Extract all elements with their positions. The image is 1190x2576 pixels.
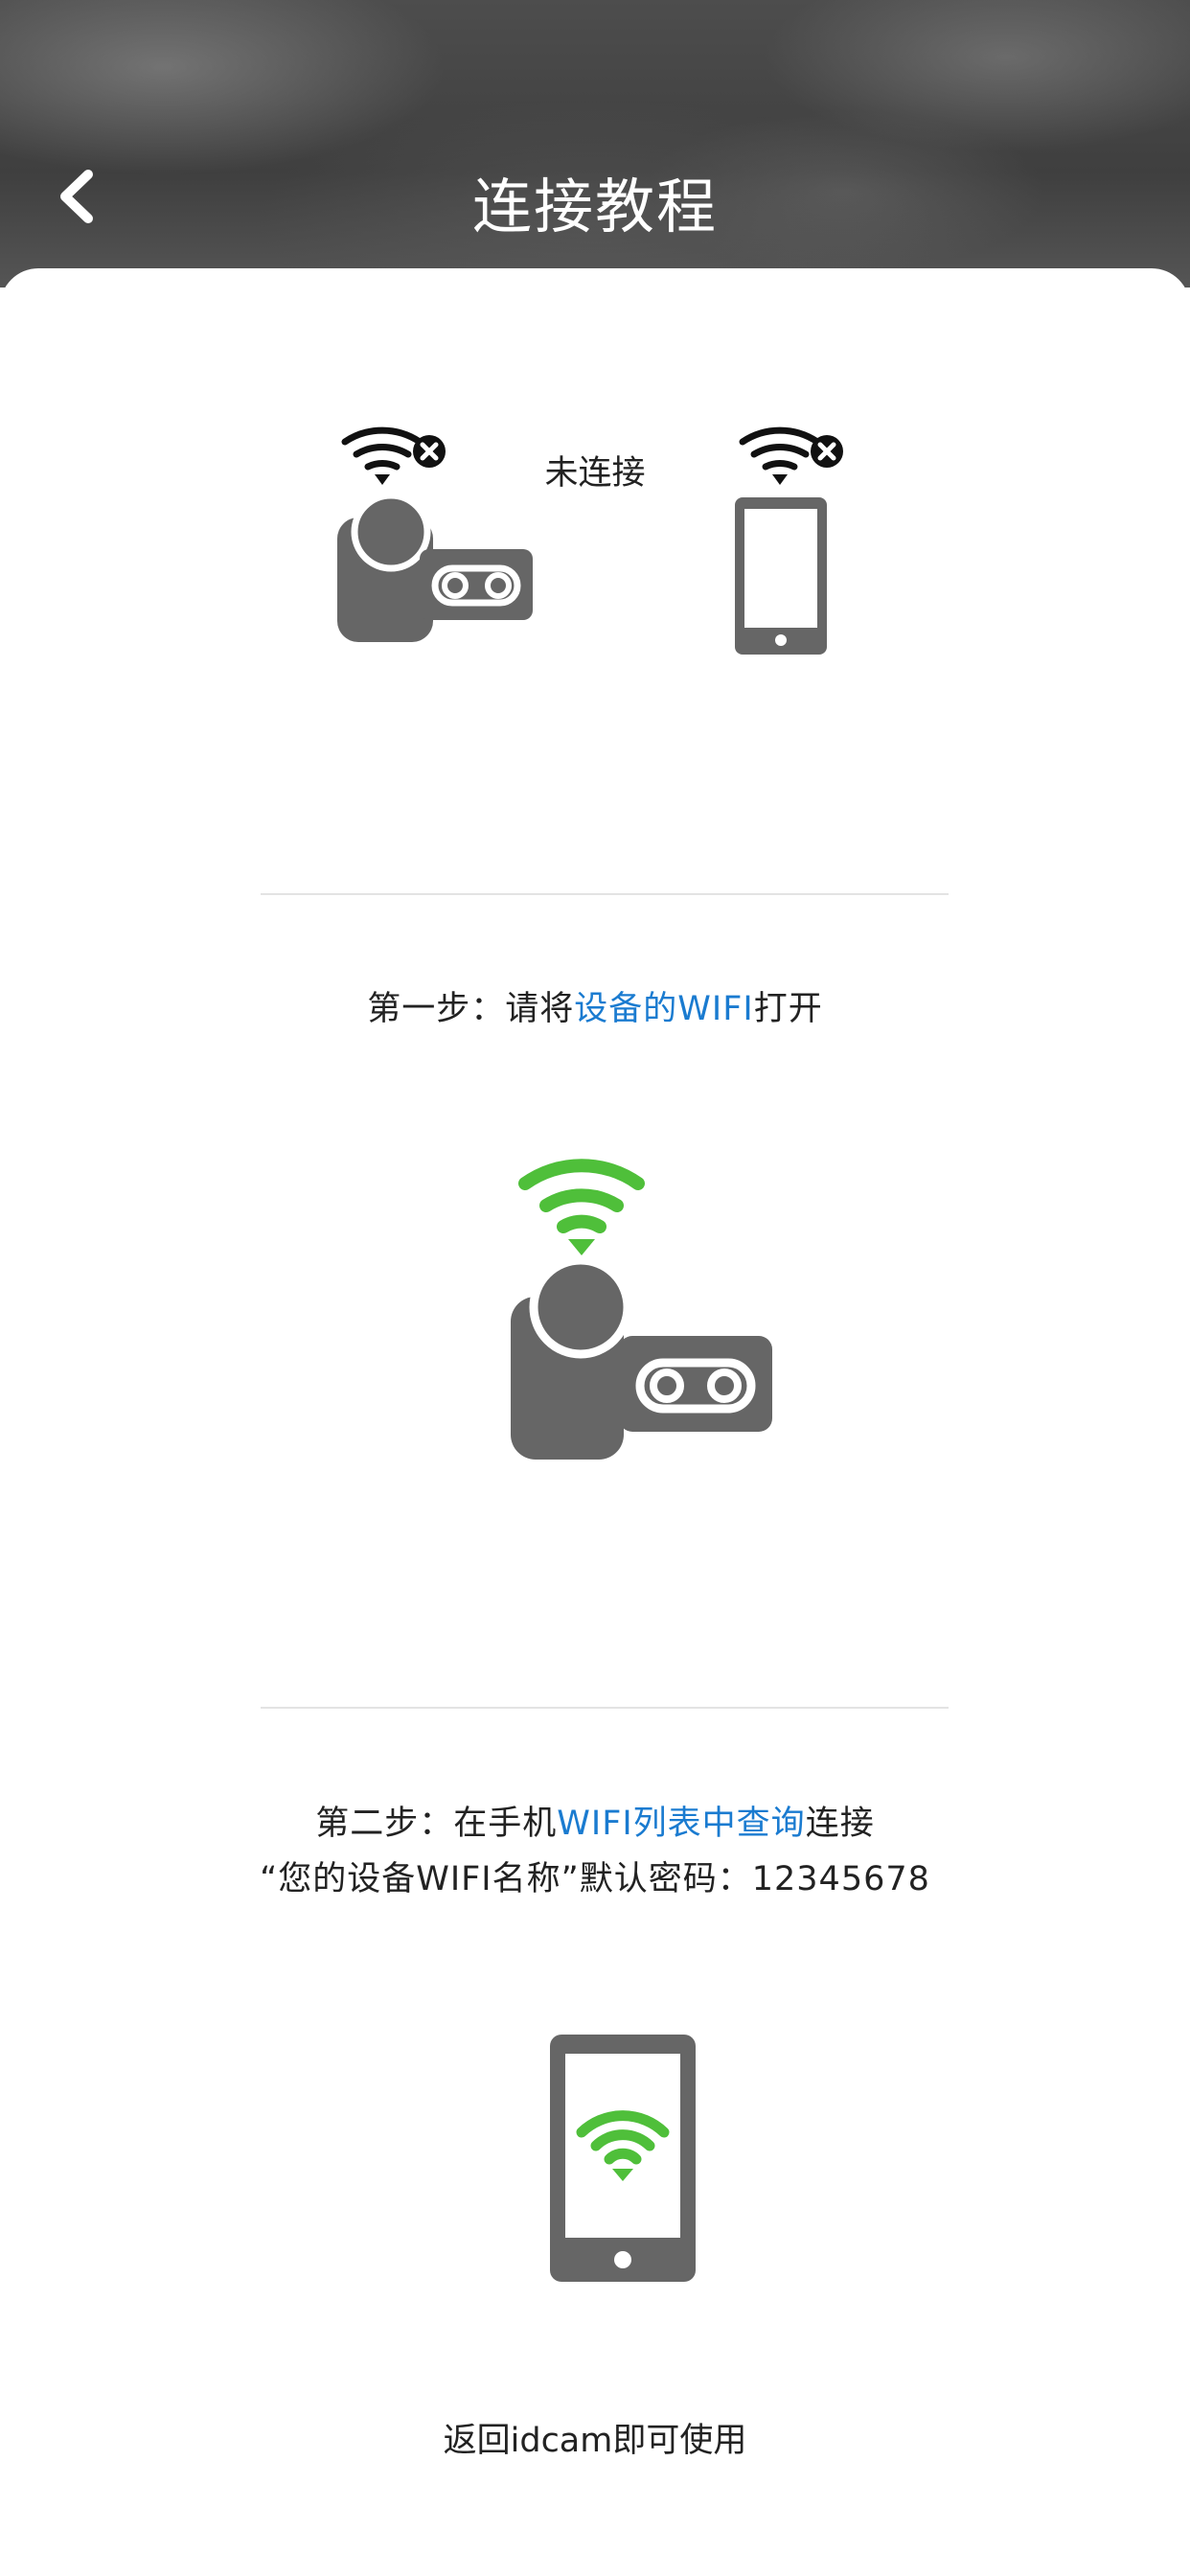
- connection-status-label: 未连接: [544, 454, 646, 493]
- video-camera-icon: [337, 492, 533, 642]
- step1-instruction: 第一步：请将设备的WIFI打开: [0, 981, 1190, 1037]
- step2-instruction-line2: “您的设备WIFI名称”默认密码：12345678: [260, 1860, 930, 1898]
- step1-suffix: 打开: [753, 990, 823, 1028]
- divider: [261, 893, 949, 895]
- wifi-icon: [518, 1159, 645, 1255]
- step2-prefix: 第二步：在手机: [315, 1805, 558, 1843]
- step1-highlight: 设备的WIFI: [574, 990, 754, 1028]
- camera-wifi-on-graphic: [511, 1159, 772, 1460]
- divider: [261, 1707, 949, 1709]
- final-instruction: 返回idcam即可使用: [443, 2422, 747, 2460]
- page-title: 连接教程: [471, 172, 718, 242]
- step1-prefix: 第一步：请将: [367, 990, 575, 1028]
- video-camera-icon: [511, 1255, 772, 1460]
- smartphone-icon: [735, 497, 827, 655]
- header-background: 连接教程: [0, 0, 1190, 288]
- phone-wifi-on-graphic: [550, 2035, 696, 2282]
- step2-suffix: 连接: [805, 1805, 875, 1843]
- step2-highlight: WIFI列表中查询: [557, 1805, 806, 1843]
- step2-instruction-line1: 第二步：在手机WIFI列表中查询连接: [0, 1796, 1190, 1852]
